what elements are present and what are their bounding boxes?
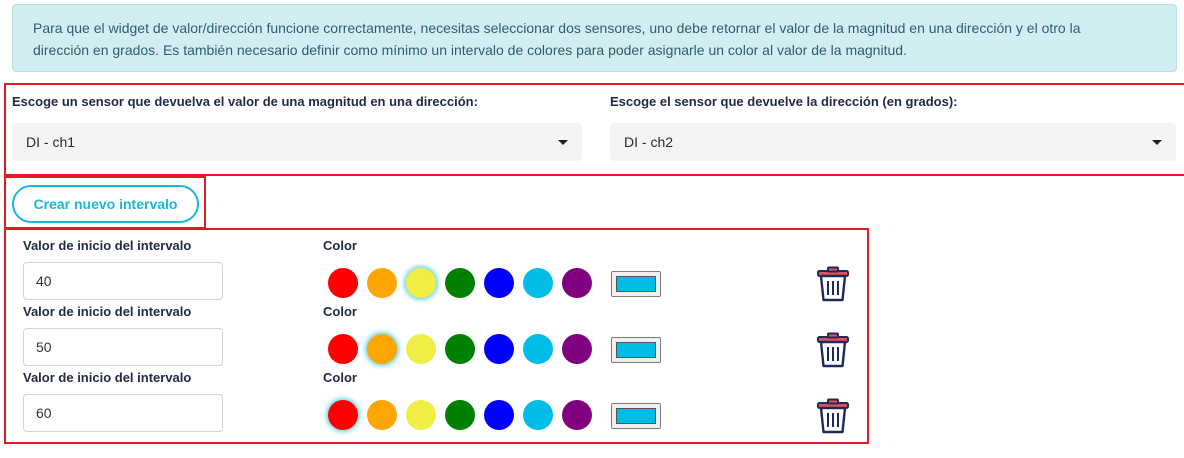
interval-start-label: Valor de inicio del intervalo: [23, 370, 192, 385]
trash-icon[interactable]: [816, 398, 850, 434]
alert-text-line-1: Para que el widget de valor/dirección fu…: [33, 20, 1081, 36]
trash-icon[interactable]: [816, 332, 850, 368]
create-interval-button[interactable]: Crear nuevo intervalo: [12, 185, 199, 223]
intervals-section: Valor de inicio del intervalo Color 40 V…: [4, 228, 869, 444]
caret-down-icon: [558, 139, 568, 145]
color-swatch[interactable]: [484, 400, 514, 430]
color-picker[interactable]: [611, 271, 661, 297]
color-swatch[interactable]: [367, 400, 397, 430]
new-interval-section: Crear nuevo intervalo: [4, 176, 206, 229]
color-picker-fill: [616, 408, 656, 424]
interval-start-input[interactable]: 60: [23, 394, 223, 432]
alert-text-line-2: dirección en grados. Es también necesari…: [33, 42, 907, 58]
interval-color-label: Color: [323, 304, 357, 319]
color-picker-fill: [616, 276, 656, 292]
direction-sensor-select[interactable]: DI - ch2: [610, 123, 1176, 161]
interval-color-label: Color: [323, 238, 357, 253]
color-picker[interactable]: [611, 337, 661, 363]
color-picker-fill: [616, 342, 656, 358]
color-swatch[interactable]: [523, 268, 553, 298]
color-swatch[interactable]: [562, 334, 592, 364]
color-swatch[interactable]: [328, 268, 358, 298]
interval-start-input[interactable]: 50: [23, 328, 223, 366]
magnitude-sensor-label: Escoge un sensor que devuelva el valor d…: [12, 94, 478, 109]
caret-down-icon: [1152, 139, 1162, 145]
interval-row: Valor de inicio del intervalo Color 60: [6, 370, 867, 436]
color-swatch[interactable]: [367, 268, 397, 298]
interval-color-label: Color: [323, 370, 357, 385]
color-swatch[interactable]: [445, 400, 475, 430]
color-swatch[interactable]: [562, 400, 592, 430]
color-swatch[interactable]: [367, 334, 397, 364]
interval-row: Valor de inicio del intervalo Color 40: [6, 238, 867, 304]
info-alert: Para que el widget de valor/dirección fu…: [12, 4, 1177, 72]
color-swatch[interactable]: [445, 268, 475, 298]
direction-sensor-label: Escoge el sensor que devuelve la direcci…: [610, 94, 958, 109]
interval-start-input[interactable]: 40: [23, 262, 223, 300]
color-swatch[interactable]: [562, 268, 592, 298]
color-swatch[interactable]: [523, 400, 553, 430]
color-swatch[interactable]: [445, 334, 475, 364]
interval-start-label: Valor de inicio del intervalo: [23, 304, 192, 319]
magnitude-sensor-value: DI - ch1: [26, 134, 76, 150]
direction-sensor-value: DI - ch2: [624, 134, 674, 150]
color-swatch[interactable]: [484, 334, 514, 364]
color-picker[interactable]: [611, 403, 661, 429]
interval-row: Valor de inicio del intervalo Color 50: [6, 304, 867, 370]
color-swatch[interactable]: [328, 334, 358, 364]
trash-icon[interactable]: [816, 266, 850, 302]
color-swatch[interactable]: [523, 334, 553, 364]
sensor-selection-section: Escoge un sensor que devuelva el valor d…: [4, 83, 1184, 176]
interval-start-label: Valor de inicio del intervalo: [23, 238, 192, 253]
color-swatch[interactable]: [484, 268, 514, 298]
magnitude-sensor-select[interactable]: DI - ch1: [12, 123, 582, 161]
color-swatch[interactable]: [406, 400, 436, 430]
color-swatch[interactable]: [328, 400, 358, 430]
color-swatch[interactable]: [406, 268, 436, 298]
color-swatch[interactable]: [406, 334, 436, 364]
